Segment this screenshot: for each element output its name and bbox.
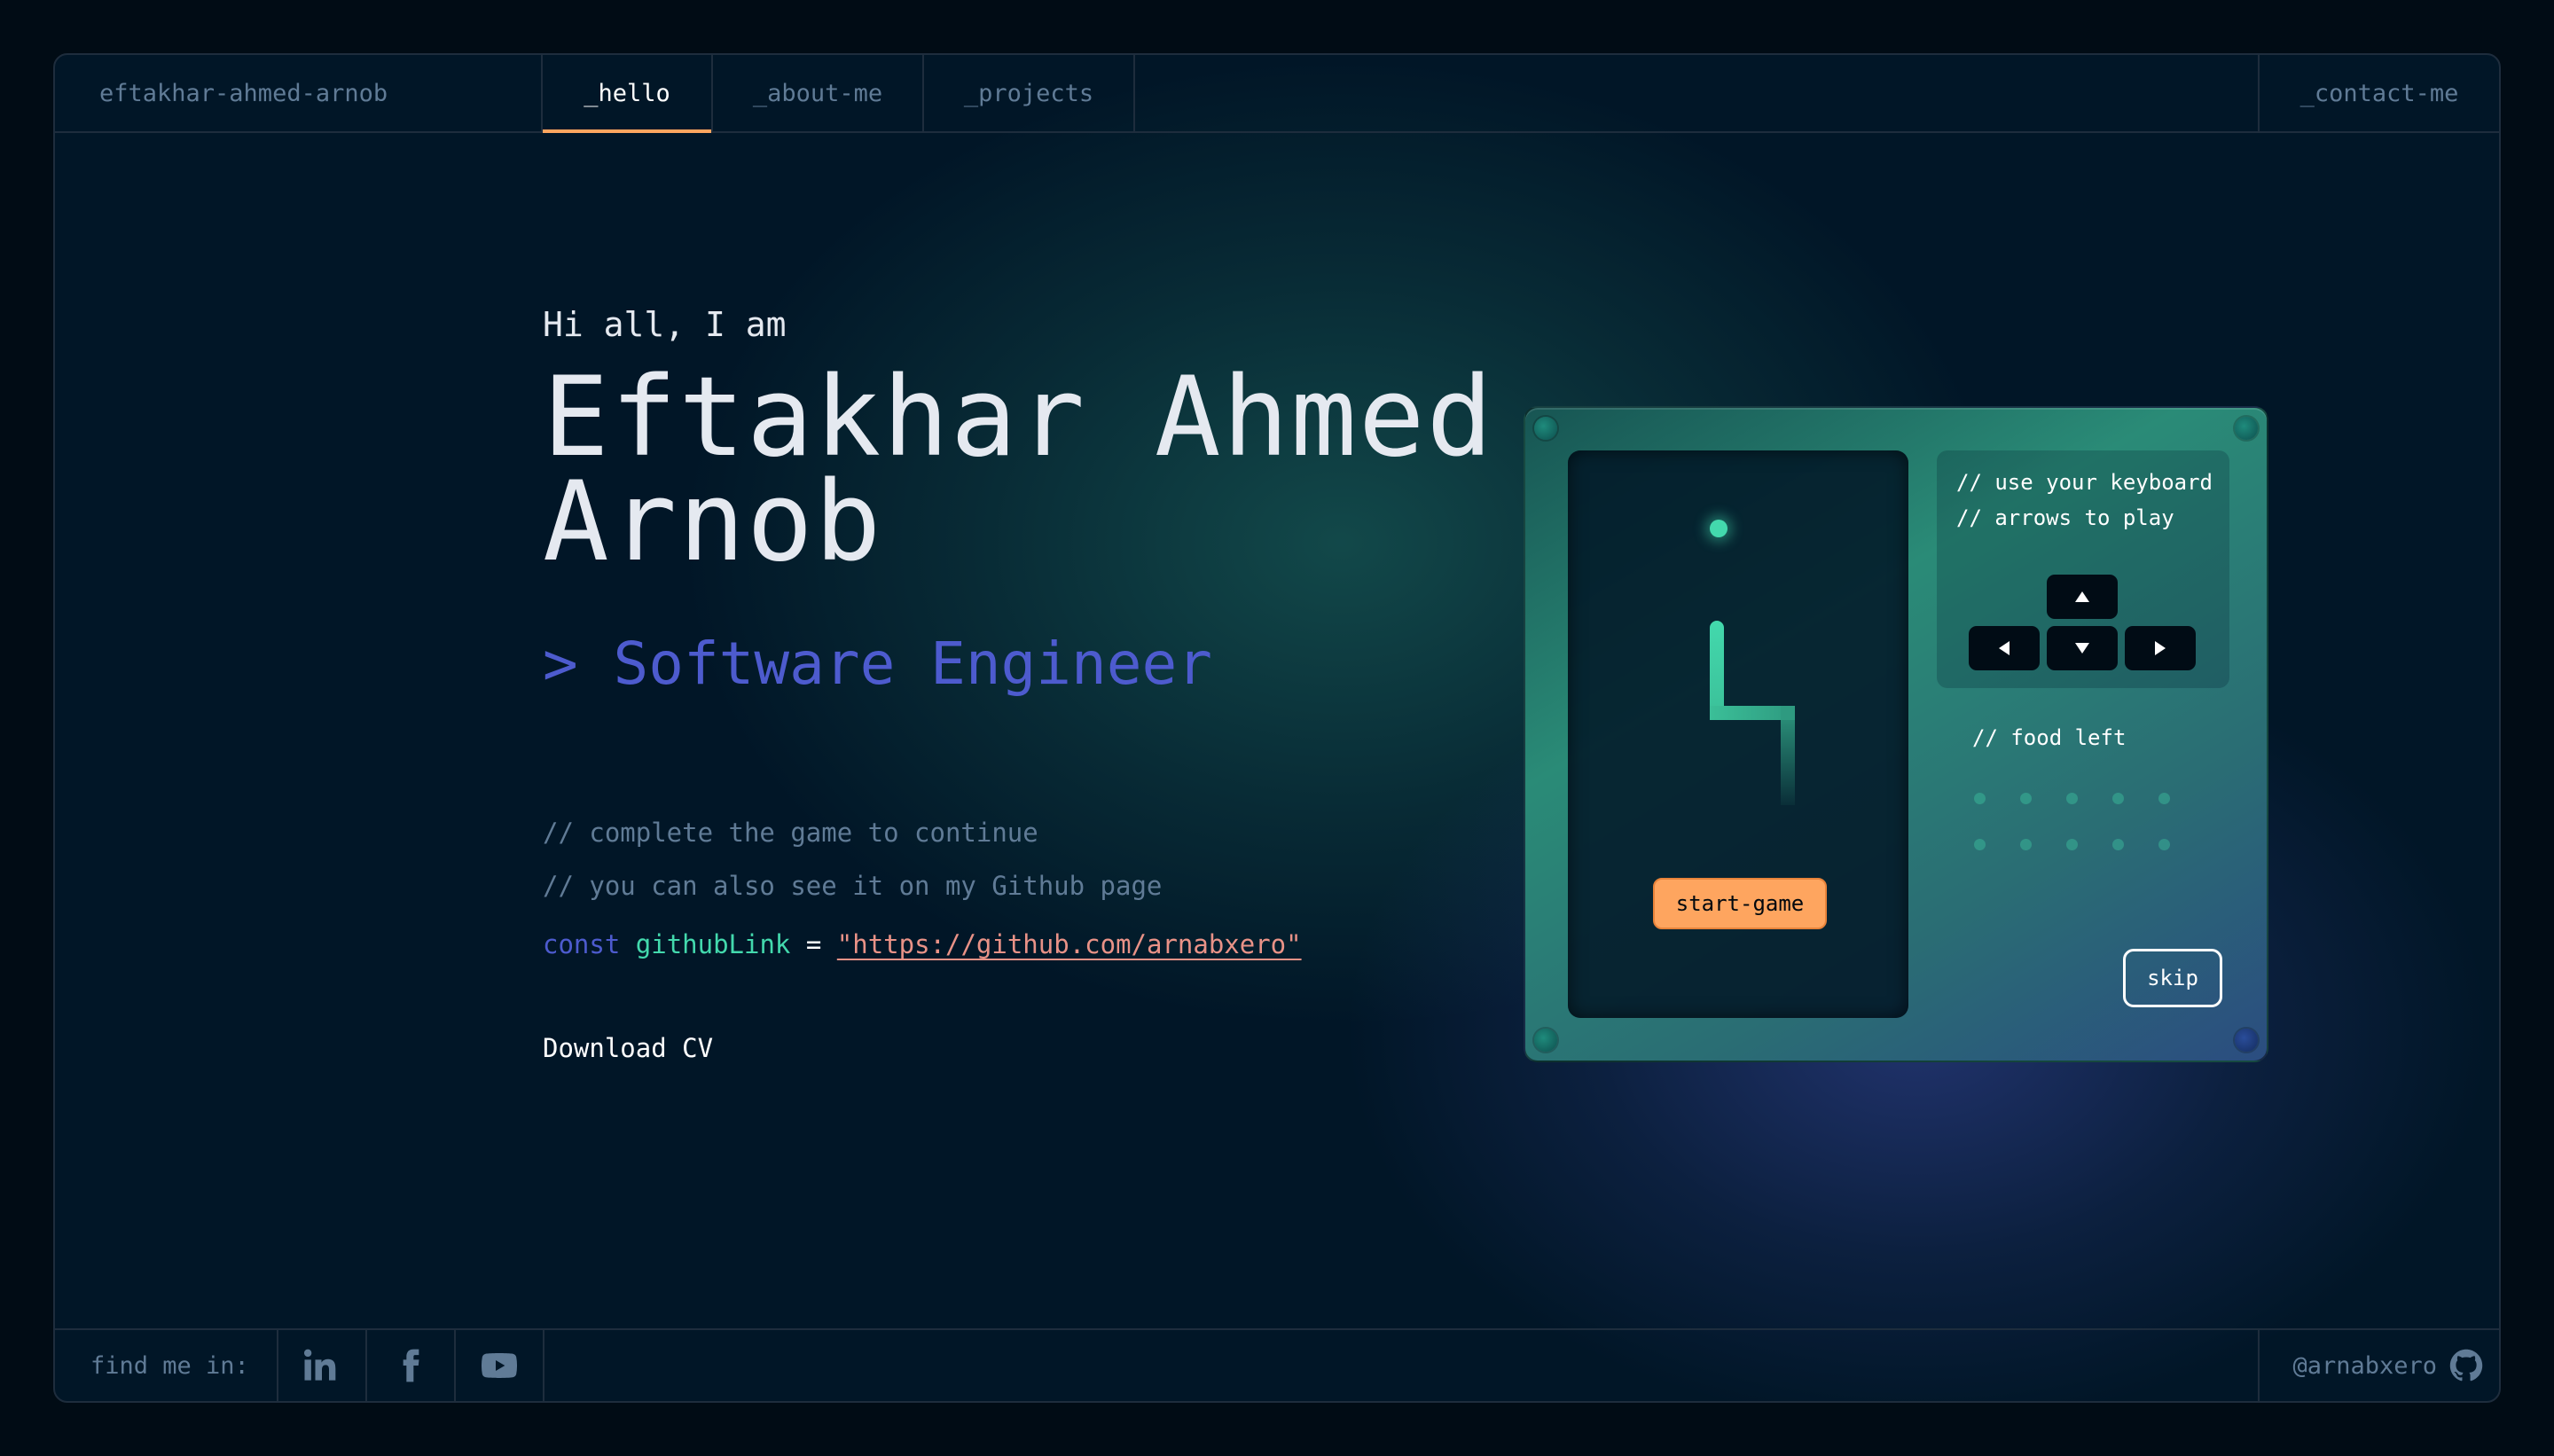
tab-hello-label: _hello [584,79,670,107]
linkedin-link[interactable] [278,1330,367,1401]
tab-about-me[interactable]: _about-me [713,55,924,131]
role-subtitle: > Software Engineer [543,630,1212,698]
github-hint-comment: // you can also see it on my Github page [543,871,1163,901]
food-left-dot [2020,839,2032,850]
arrow-down-icon [2075,643,2089,654]
snake-game-console: start-game // use your keyboard // arrow… [1524,406,2268,1062]
food-left-indicators [1969,787,2199,858]
controls-panel: // use your keyboard // arrows to play [1937,450,2229,688]
food-pellet [1710,520,1727,537]
github-icon [2449,1349,2483,1382]
github-profile-link[interactable]: @arnabxero [2258,1330,2499,1401]
tab-projects-label: _projects [963,79,1094,107]
arrow-left-button[interactable] [1969,626,2040,670]
tab-hello[interactable]: _hello [543,55,713,133]
github-username: @arnabxero [2292,1351,2437,1380]
name-line-1: Eftakhar Ahmed [543,354,1495,481]
code-keyword: const [543,929,621,959]
facebook-icon [403,1349,419,1382]
food-left-dot [2112,793,2124,804]
youtube-icon [482,1353,517,1378]
site-brand[interactable]: eftakhar-ahmed-arnob [55,55,543,131]
start-game-button[interactable]: start-game [1653,878,1827,929]
skip-button[interactable]: skip [2123,949,2222,1007]
page-title: Eftakhar Ahmed Arnob [543,354,1518,586]
game-hint-comment: // complete the game to continue [543,818,1038,848]
arrow-up-icon [2075,591,2089,602]
arrow-right-icon [2155,641,2166,655]
food-left-dot [2020,793,2032,804]
code-variable: githubLink [635,929,791,959]
arrow-left-icon [1999,641,2010,655]
linkedin-icon [304,1349,336,1381]
tab-contact-me[interactable]: _contact-me [2258,55,2499,131]
screw-icon [1534,417,1557,440]
food-left-dot [2066,793,2078,804]
github-code-line: const githubLink = "https://github.com/a… [543,929,1302,959]
facebook-link[interactable] [367,1330,456,1401]
name-line-2: Arnob [543,458,883,586]
find-me-label: find me in: [55,1330,278,1401]
screw-icon [1534,1029,1557,1052]
arrow-down-button[interactable] [2047,626,2118,670]
footer: find me in: @arnabxero [55,1328,2499,1401]
greeting-text: Hi all, I am [543,305,787,344]
tab-projects[interactable]: _projects [924,55,1135,131]
youtube-link[interactable] [456,1330,544,1401]
food-left-dot [2158,839,2170,850]
controls-instruction-2: // arrows to play [1956,505,2174,530]
controls-instruction-1: // use your keyboard [1956,470,2213,495]
snake-tail [1781,706,1795,805]
food-left-dot [2066,839,2078,850]
top-nav: eftakhar-ahmed-arnob _hello _about-me _p… [55,55,2499,133]
tab-contact-me-label: _contact-me [2299,79,2459,107]
tab-about-me-label: _about-me [752,79,883,107]
code-operator: = [805,929,822,959]
game-board[interactable]: start-game [1568,450,1908,1018]
app-window: eftakhar-ahmed-arnob _hello _about-me _p… [53,53,2501,1403]
download-cv-link[interactable]: Download CV [543,1033,713,1063]
screw-icon [2235,1029,2258,1052]
food-left-dot [2158,793,2170,804]
food-left-dot [1974,793,1986,804]
food-left-dot [2112,839,2124,850]
arrow-right-button[interactable] [2125,626,2196,670]
screw-icon [2235,417,2258,440]
arrow-up-button[interactable] [2047,575,2118,619]
github-link[interactable]: "https://github.com/arnabxero" [837,929,1302,959]
food-left-label: // food left [1972,725,2127,750]
footer-spacer [544,1330,2258,1401]
food-left-dot [1974,839,1986,850]
